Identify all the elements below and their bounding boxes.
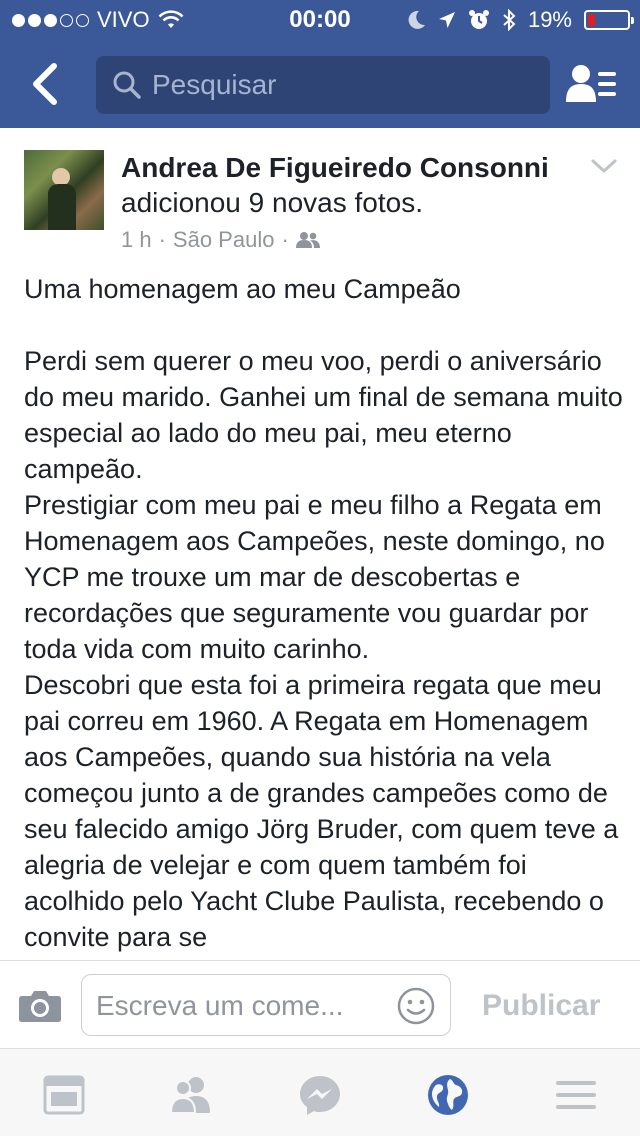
- avatar[interactable]: [24, 150, 104, 230]
- moon-icon: [408, 10, 425, 29]
- friend-requests-icon[interactable]: [566, 62, 618, 106]
- post-paragraph: Perdi sem querer o meu voo, perdi o aniv…: [24, 346, 623, 484]
- chevron-left-icon[interactable]: [26, 60, 66, 108]
- post-paragraph: Uma homenagem ao meu Campeão: [24, 274, 461, 304]
- battery-percent: 19%: [527, 7, 572, 32]
- friends-audience-icon: [295, 232, 320, 248]
- post-time[interactable]: 1 h: [121, 227, 152, 253]
- navigation-bar: [0, 40, 640, 128]
- comment-field[interactable]: [81, 974, 451, 1036]
- alarm-icon: [468, 10, 489, 29]
- post-author[interactable]: Andrea De Figueiredo Consonni: [121, 152, 549, 184]
- battery-level: [588, 14, 595, 26]
- location-arrow-icon: [438, 12, 455, 28]
- battery-icon: [584, 10, 634, 30]
- tab-bar: [0, 1048, 640, 1136]
- friends-icon[interactable]: [170, 1073, 214, 1117]
- messenger-icon[interactable]: [298, 1073, 342, 1117]
- globe-icon[interactable]: [426, 1073, 470, 1117]
- publish-button[interactable]: Publicar: [482, 989, 600, 1023]
- bluetooth-icon: [503, 9, 516, 31]
- post-location[interactable]: São Paulo: [173, 227, 275, 253]
- search-icon: [113, 71, 141, 99]
- comment-input[interactable]: [96, 990, 386, 1022]
- search-box[interactable]: [96, 56, 550, 114]
- menu-icon[interactable]: [554, 1073, 598, 1117]
- smiley-icon[interactable]: [396, 986, 436, 1026]
- status-bar: VIVO 00:00 19%: [0, 0, 640, 40]
- top-bar: VIVO 00:00 19%: [0, 0, 640, 128]
- post-paragraph: Prestigiar com meu pai e meu filho a Reg…: [24, 490, 605, 664]
- search-input[interactable]: [152, 69, 532, 101]
- chevron-down-icon[interactable]: [590, 158, 618, 176]
- meta-separator: ·: [281, 227, 289, 252]
- meta-separator: ·: [158, 227, 166, 252]
- news-feed-icon[interactable]: [42, 1073, 86, 1117]
- post-action: adicionou 9 novas fotos.: [121, 187, 423, 218]
- post-body: Uma homenagem ao meu Campeão Perdi sem q…: [24, 271, 624, 955]
- comment-bar: Publicar: [0, 960, 640, 1048]
- post-paragraph: Descobri que esta foi a primeira regata …: [24, 670, 619, 952]
- camera-icon[interactable]: [18, 989, 62, 1023]
- post-meta: 1 h · São Paulo ·: [121, 227, 320, 253]
